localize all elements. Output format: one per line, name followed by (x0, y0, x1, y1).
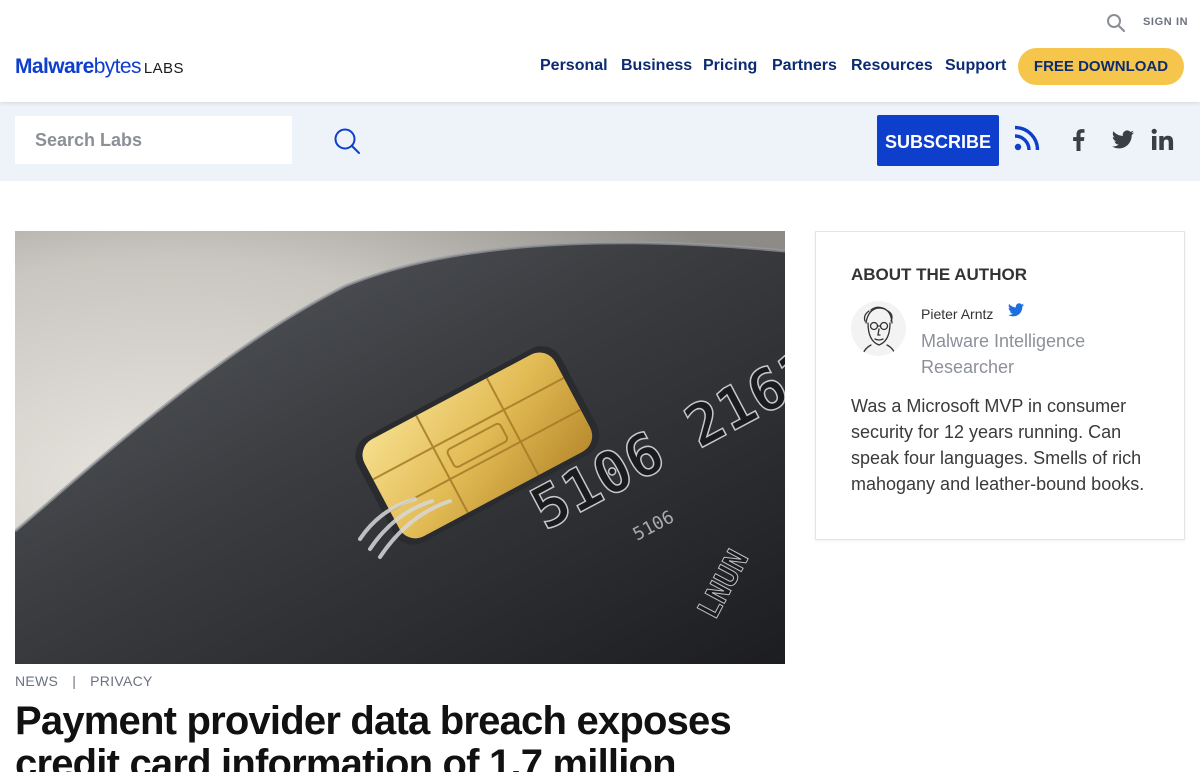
nav-partners[interactable]: Partners (772, 57, 837, 75)
malwarebytes-labs-logo[interactable]: Malware bytes LABS (15, 55, 184, 79)
subscribe-button[interactable]: SUBSCRIBE (877, 115, 999, 166)
search-submit-icon[interactable] (333, 127, 361, 155)
logo-light-text: bytes (93, 55, 142, 78)
about-author-heading: ABOUT THE AUTHOR (851, 265, 1027, 284)
author-role: Malware Intelligence Researcher (921, 331, 1086, 377)
search-icon[interactable] (1106, 13, 1126, 33)
nav-personal[interactable]: Personal (540, 57, 608, 75)
author-bio: Was a Microsoft MVP in consumer security… (851, 396, 1145, 494)
facebook-icon[interactable] (1066, 127, 1092, 153)
rss-icon[interactable] (1014, 125, 1040, 151)
logo-bold-text: Malware (15, 55, 94, 78)
category-news[interactable]: NEWS (15, 673, 58, 689)
article-title: Payment provider data breach exposes cre… (15, 699, 732, 772)
twitter-icon[interactable] (1110, 127, 1136, 153)
nav-support[interactable]: Support (945, 57, 1006, 75)
free-download-button[interactable]: FREE DOWNLOAD (1018, 48, 1184, 85)
nav-pricing[interactable]: Pricing (703, 57, 757, 75)
author-name[interactable]: Pieter Arntz (921, 306, 993, 322)
logo-suffix: LABS (143, 60, 184, 77)
category-separator: | (72, 673, 77, 689)
article-categories: NEWS | PRIVACY (15, 673, 153, 689)
labs-toolbar: SUBSCRIBE (0, 102, 1200, 181)
sign-in-link[interactable]: SIGN IN (1143, 16, 1188, 28)
author-avatar[interactable] (851, 301, 906, 356)
nav-business[interactable]: Business (621, 57, 692, 75)
linkedin-icon[interactable] (1150, 127, 1176, 153)
credit-card-image: 5106 2161 5106 LNUN (15, 231, 785, 664)
about-author-card: ABOUT THE AUTHOR Pieter Arntz Malware In… (815, 231, 1185, 540)
author-twitter-icon[interactable] (1008, 303, 1024, 317)
nav-resources[interactable]: Resources (851, 57, 933, 75)
site-header: SIGN IN Malware bytes LABS Personal Busine… (0, 0, 1200, 102)
author-sketch-icon (851, 301, 906, 356)
search-labs-input[interactable] (15, 116, 292, 164)
article-hero-image: 5106 2161 5106 LNUN (15, 231, 785, 664)
category-privacy[interactable]: PRIVACY (90, 673, 153, 689)
